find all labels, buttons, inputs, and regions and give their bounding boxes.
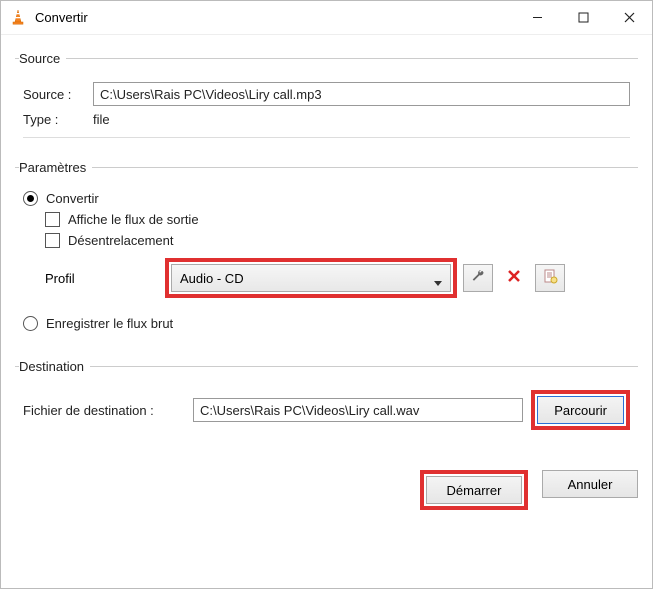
window-controls bbox=[514, 1, 652, 34]
start-button[interactable]: Démarrer bbox=[426, 476, 522, 504]
divider bbox=[23, 137, 630, 138]
delete-x-icon bbox=[507, 269, 521, 288]
source-legend: Source bbox=[19, 51, 66, 66]
convert-radio[interactable] bbox=[23, 191, 38, 206]
minimize-button[interactable] bbox=[514, 1, 560, 34]
save-raw-radio-row[interactable]: Enregistrer le flux brut bbox=[23, 316, 630, 331]
highlight-browse: Parcourir bbox=[531, 390, 630, 430]
show-output-label: Affiche le flux de sortie bbox=[68, 212, 199, 227]
convert-radio-row[interactable]: Convertir bbox=[23, 191, 630, 206]
browse-button[interactable]: Parcourir bbox=[537, 396, 624, 424]
destination-legend: Destination bbox=[19, 359, 90, 374]
type-label: Type : bbox=[23, 112, 93, 127]
dialog-content: Source Source : Type : file Paramètres C… bbox=[1, 35, 652, 470]
parameters-legend: Paramètres bbox=[19, 160, 92, 175]
source-group: Source Source : Type : file bbox=[15, 51, 638, 146]
show-output-checkbox[interactable] bbox=[45, 212, 60, 227]
profile-label: Profil bbox=[45, 271, 165, 286]
browse-button-label: Parcourir bbox=[554, 403, 607, 418]
wrench-icon bbox=[470, 268, 486, 289]
edit-profile-button[interactable] bbox=[463, 264, 493, 292]
start-button-label: Démarrer bbox=[447, 483, 502, 498]
type-value: file bbox=[93, 112, 110, 127]
deinterlace-label: Désentrelacement bbox=[68, 233, 174, 248]
show-output-row[interactable]: Affiche le flux de sortie bbox=[45, 212, 630, 227]
vlc-cone-icon bbox=[9, 9, 27, 27]
new-profile-button[interactable] bbox=[535, 264, 565, 292]
maximize-button[interactable] bbox=[560, 1, 606, 34]
cancel-button[interactable]: Annuler bbox=[542, 470, 638, 498]
convert-dialog: Convertir Source Source : Type : file Pa… bbox=[0, 0, 653, 589]
highlight-profile: Audio - CD bbox=[165, 258, 457, 298]
source-label: Source : bbox=[23, 87, 93, 102]
dialog-footer: Démarrer Annuler bbox=[1, 470, 652, 520]
delete-profile-button[interactable] bbox=[499, 264, 529, 292]
destination-group: Destination Fichier de destination : Par… bbox=[15, 359, 638, 444]
profile-select[interactable]: Audio - CD bbox=[171, 264, 451, 292]
new-document-icon bbox=[542, 268, 558, 289]
convert-radio-label: Convertir bbox=[46, 191, 99, 206]
destination-file-label: Fichier de destination : bbox=[23, 403, 193, 418]
save-raw-radio[interactable] bbox=[23, 316, 38, 331]
source-input[interactable] bbox=[93, 82, 630, 106]
highlight-start: Démarrer bbox=[420, 470, 528, 510]
deinterlace-checkbox[interactable] bbox=[45, 233, 60, 248]
cancel-button-label: Annuler bbox=[568, 477, 613, 492]
close-button[interactable] bbox=[606, 1, 652, 34]
destination-file-input[interactable] bbox=[193, 398, 523, 422]
window-title: Convertir bbox=[35, 10, 514, 25]
titlebar: Convertir bbox=[1, 1, 652, 35]
profile-select-value: Audio - CD bbox=[180, 271, 244, 286]
save-raw-label: Enregistrer le flux brut bbox=[46, 316, 173, 331]
parameters-group: Paramètres Convertir Affiche le flux de … bbox=[15, 160, 638, 345]
deinterlace-row[interactable]: Désentrelacement bbox=[45, 233, 630, 248]
chevron-down-icon bbox=[434, 275, 442, 290]
